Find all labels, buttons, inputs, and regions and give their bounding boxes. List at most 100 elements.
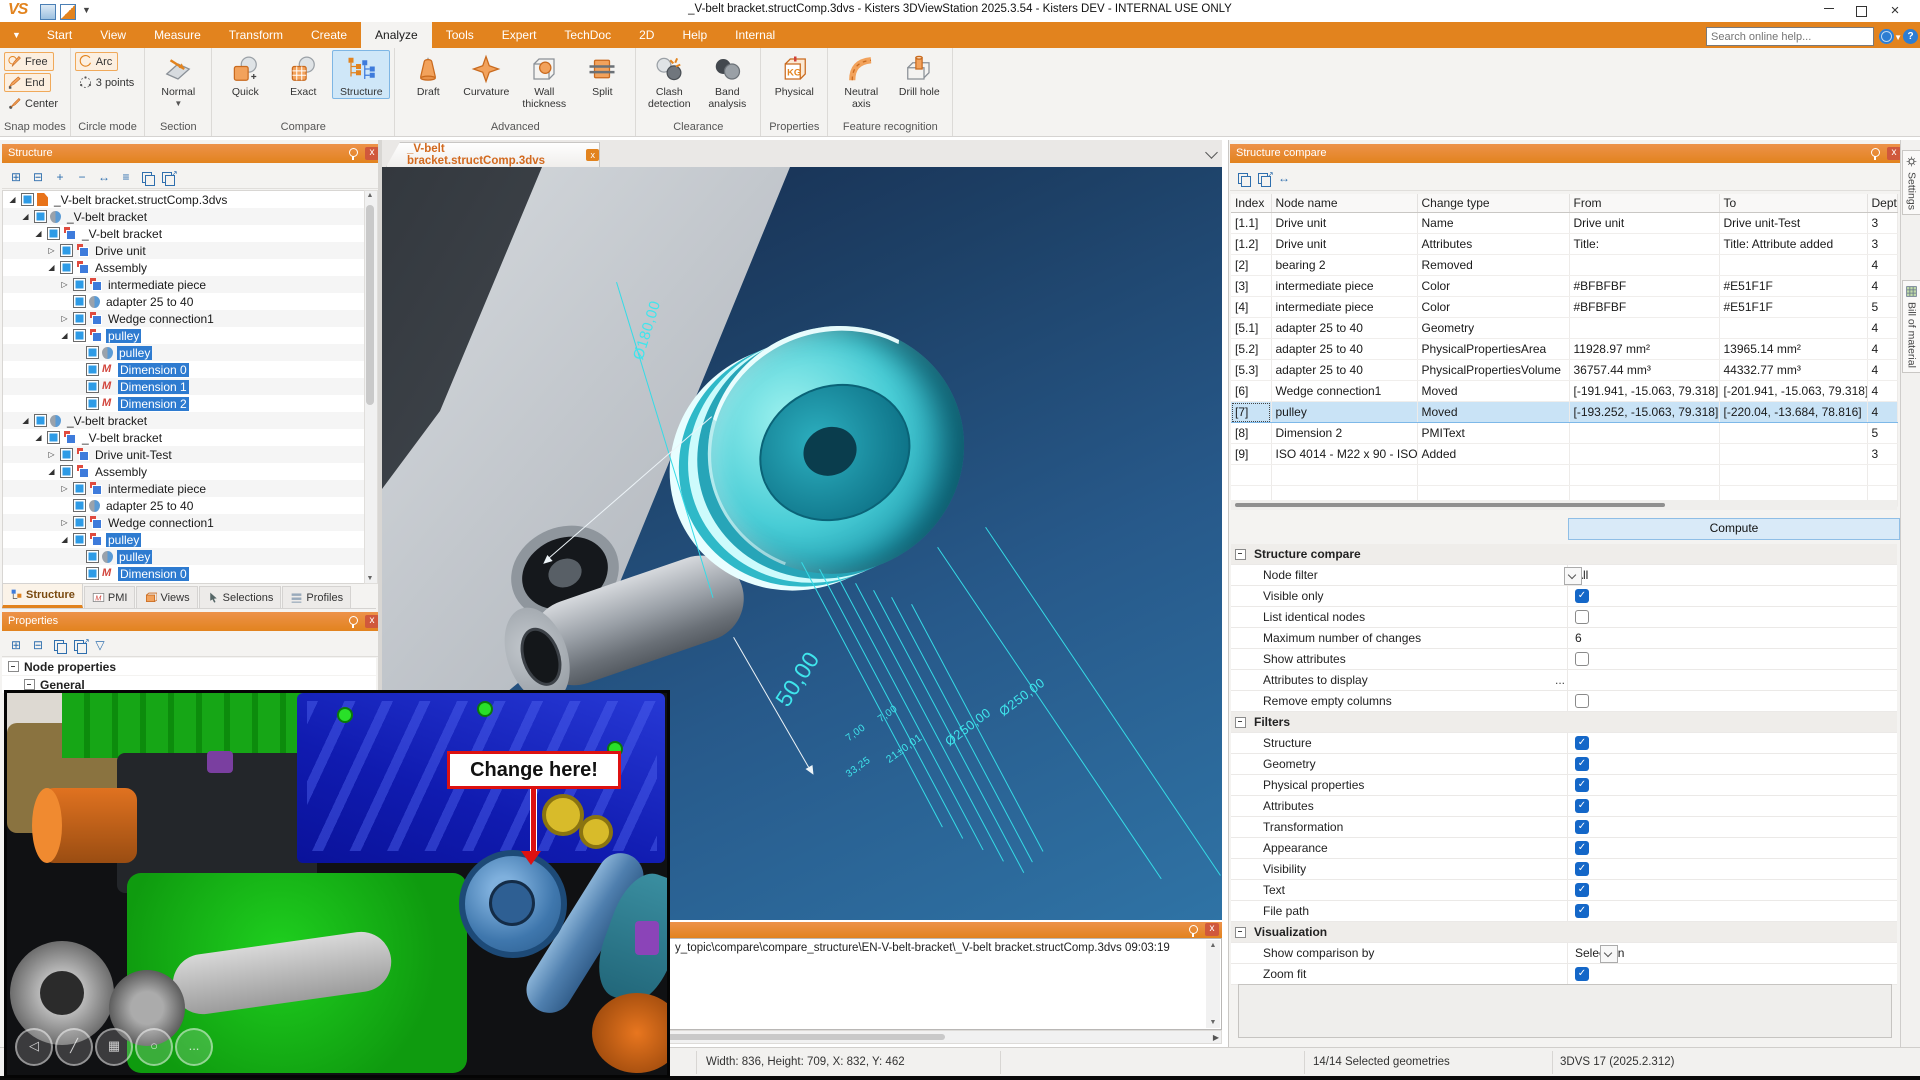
column-header-change-type[interactable]: Change type [1417,194,1569,213]
pin-icon[interactable] [349,148,358,157]
tree-expander-icon[interactable]: ◢ [33,229,44,238]
visibility-checkbox[interactable] [47,227,60,240]
tree-node-adapter-25-to-40[interactable]: adapter 25 to 40 [3,293,365,310]
tree-node-pulley[interactable]: ◢pulley [3,327,365,344]
setting-row-transformation[interactable]: Transformation✓ [1231,817,1897,838]
ribbon-button-exact[interactable]: Exact [274,50,332,99]
tree-node-v-belt-bracket[interactable]: ◢_V-belt bracket [3,225,365,242]
tree-node-v-belt-bracket[interactable]: ◢_V-belt bracket [3,208,365,225]
table-row[interactable]: [1.1]Drive unitNameDrive unitDrive unit-… [1231,213,1897,234]
help-icon[interactable]: ? [1903,29,1918,44]
tree-node-wedge-connection1[interactable]: ▷Wedge connection1 [3,310,365,327]
visibility-checkbox[interactable] [73,295,86,308]
table-row[interactable]: [1.2]Drive unitAttributesTitle:Title: At… [1231,234,1897,255]
tree-expander-icon[interactable]: ▷ [59,518,70,527]
visibility-checkbox[interactable] [73,499,86,512]
checkbox-visibility[interactable]: ✓ [1575,862,1589,876]
visibility-checkbox[interactable] [60,448,73,461]
setting-row-appearance[interactable]: Appearance✓ [1231,838,1897,859]
ribbon-tab-view[interactable]: View [86,22,140,48]
close-icon[interactable]: x [1205,923,1219,936]
tree-expander-icon[interactable]: ◢ [46,263,57,272]
visibility-checkbox[interactable] [47,431,60,444]
ribbon-tab-measure[interactable]: Measure [140,22,215,48]
ribbon-button-neutral-axis[interactable]: Neutral axis [832,50,890,111]
tree-expander-icon[interactable]: ◢ [20,416,31,425]
visibility-checkbox[interactable] [86,550,99,563]
tree-expander-icon[interactable]: ◢ [7,195,18,204]
ribbon-tab-tools[interactable]: Tools [432,22,488,48]
close-button[interactable]: × [1880,2,1910,20]
setting-row-attributes[interactable]: Attributes✓ [1231,796,1897,817]
checkbox-physical-properties[interactable]: ✓ [1575,778,1589,792]
checkbox-zoom-fit[interactable]: ✓ [1575,967,1589,981]
collapse-icon[interactable] [1235,549,1246,560]
tree-expander-icon[interactable]: ▷ [59,280,70,289]
close-document-icon[interactable]: x [586,149,599,161]
tree-node-v-belt-bracket[interactable]: ◢_V-belt bracket [3,412,365,429]
search-input[interactable] [1706,27,1874,46]
table-row[interactable]: [2]bearing 2Removed4 [1231,255,1897,276]
ribbon-button-end[interactable]: End [4,73,51,92]
checkbox-visible-only[interactable]: ✓ [1575,589,1589,603]
minimize-button[interactable] [1814,2,1844,20]
dropdown-show-comparison-by[interactable] [1600,945,1618,963]
tree-expander-icon[interactable]: ▷ [46,246,57,255]
side-tab-settings[interactable]: Settings [1902,150,1920,215]
setting-row-geometry[interactable]: Geometry✓ [1231,754,1897,775]
ribbon-button-band-analysis[interactable]: Band analysis [698,50,756,111]
ribbon-tab-analyze[interactable]: Analyze [361,22,432,48]
visibility-checkbox[interactable] [86,380,99,393]
visibility-checkbox[interactable] [60,261,73,274]
visibility-checkbox[interactable] [73,312,86,325]
close-icon[interactable]: x [365,147,379,160]
list-view-icon[interactable]: ≡ [118,169,134,185]
overlay-ghost-button[interactable]: ... [175,1028,213,1066]
ribbon-button-center[interactable]: Center [4,94,64,113]
properties-section-node[interactable]: Node properties [2,658,376,675]
ribbon-button-free[interactable]: Free [4,52,54,71]
filter-icon[interactable]: ▽ [92,637,108,653]
ribbon-tab-techdoc[interactable]: TechDoc [550,22,625,48]
visibility-checkbox[interactable] [73,533,86,546]
tree-scrollbar[interactable]: ▲▼ [364,190,378,584]
setting-row-list-identical-nodes[interactable]: List identical nodes [1231,607,1897,628]
collapse-all-icon[interactable]: ⊟ [30,169,46,185]
tree-node-dimension-2[interactable]: MDimension 2 [3,395,365,412]
setting-row-visible-only[interactable]: Visible only✓ [1231,586,1897,607]
tab-pmi[interactable]: MPMI [84,586,136,608]
tab-views[interactable]: Views [136,586,197,608]
tab-structure[interactable]: Structure [2,583,83,608]
setting-row-physical-properties[interactable]: Physical properties✓ [1231,775,1897,796]
setting-row-text[interactable]: Text✓ [1231,880,1897,901]
setting-row-remove-empty-columns[interactable]: Remove empty columns [1231,691,1897,712]
ribbon-tab-start[interactable]: Start [33,22,86,48]
maximize-button[interactable] [1846,2,1876,20]
pin-icon[interactable] [1189,925,1198,934]
ribbon-tab-2d[interactable]: 2D [625,22,668,48]
tree-expander-icon[interactable]: ◢ [33,433,44,442]
ribbon-button-quick[interactable]: Quick [216,50,274,99]
ribbon-button-clash-detection[interactable]: Clash detection [640,50,698,111]
table-row[interactable]: [3]intermediate pieceColor#BFBFBF#E51F1F… [1231,276,1897,297]
setting-row-node-filter[interactable]: Node filterAll [1231,565,1897,586]
expand-selected-icon[interactable]: + [52,169,68,185]
pin-icon[interactable] [1871,148,1880,157]
tree-node-pulley[interactable]: pulley [3,344,365,361]
compare-table-scrollbar[interactable] [1231,500,1897,510]
overlay-ghost-button[interactable]: ▦ [95,1028,133,1066]
setting-row-show-comparison-by[interactable]: Show comparison bySelection [1231,943,1897,964]
visibility-checkbox[interactable] [34,210,47,223]
visibility-checkbox[interactable] [73,329,86,342]
browse-button[interactable]: ... [1555,673,1565,687]
visibility-checkbox[interactable] [60,244,73,257]
tab-profiles[interactable]: Profiles [282,586,351,608]
tree-expander-icon[interactable]: ▷ [59,314,70,323]
export-icon[interactable]: ↗ [74,640,84,651]
visibility-checkbox[interactable] [86,397,99,410]
visibility-checkbox[interactable] [86,346,99,359]
column-header-depth[interactable]: Depth [1867,194,1897,213]
ribbon-tab-create[interactable]: Create [297,22,361,48]
tree-expander-icon[interactable]: ◢ [59,535,70,544]
copy-icon[interactable] [142,172,152,183]
